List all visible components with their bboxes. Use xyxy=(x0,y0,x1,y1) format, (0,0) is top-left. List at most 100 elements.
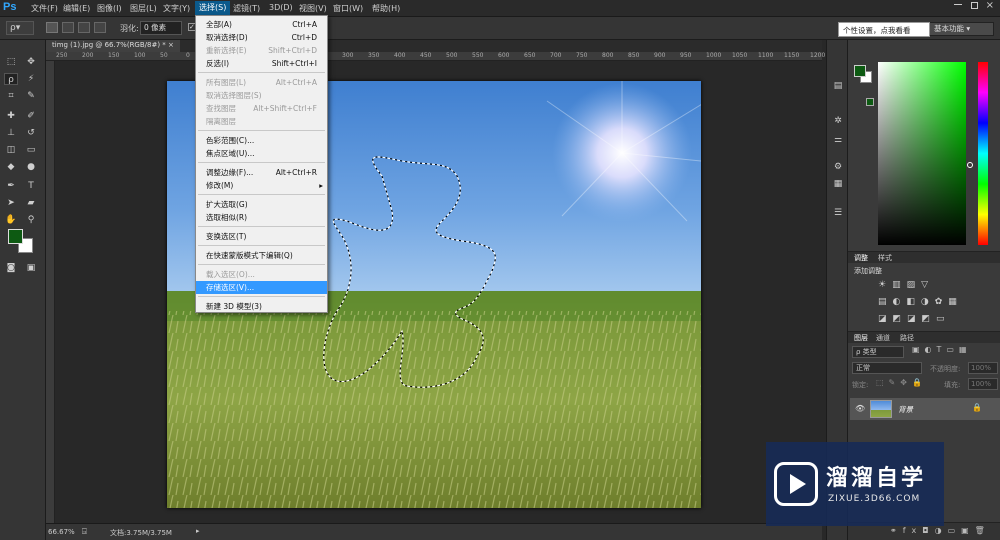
lasso-tool-icon[interactable]: ρ xyxy=(4,73,18,85)
eraser-tool-icon[interactable]: ◫ xyxy=(4,144,18,156)
select-menu-item-8[interactable]: 色彩范围(C)... xyxy=(196,134,327,147)
character-panel-icon[interactable]: ⚙ xyxy=(831,161,845,173)
minimize-icon[interactable] xyxy=(954,4,962,5)
feather-input[interactable]: 0 像素 xyxy=(140,21,182,35)
intersect-selection-icon[interactable] xyxy=(94,22,106,33)
zoom-level[interactable]: 66.67% xyxy=(48,528,75,536)
select-menu-item-11[interactable]: 修改(M) ▸ xyxy=(196,179,327,192)
select-menu-item-7[interactable]: 隔离图层 xyxy=(196,115,327,128)
select-menu-item-16[interactable]: 载入选区(O)... xyxy=(196,268,327,281)
crop-tool-icon[interactable]: ⌗ xyxy=(4,90,18,102)
blend-mode-select[interactable]: 正常 xyxy=(852,362,922,374)
brush-panel-icon[interactable]: ✲ xyxy=(831,115,845,127)
menu-item-10[interactable]: 帮助(H) xyxy=(372,3,400,14)
select-menu-item-14[interactable]: 变换选区(T) xyxy=(196,230,327,243)
brush-presets-icon[interactable]: ⚌ xyxy=(831,134,845,146)
eyedropper-tool-icon[interactable]: ✎ xyxy=(24,90,38,102)
menu-item-7[interactable]: 3D(D) xyxy=(269,3,293,12)
lock-icons[interactable]: ⬚✎✥🔒 xyxy=(876,378,927,387)
menu-item-2[interactable]: 图像(I) xyxy=(97,3,122,14)
opacity-input[interactable]: 100% xyxy=(968,362,998,374)
status-bar: 66.67% ⍈ 文档:3.75M/3.75M ▸ xyxy=(46,523,822,540)
hue-slider[interactable] xyxy=(978,62,988,245)
type-tool-icon[interactable]: T xyxy=(24,180,38,192)
subtract-selection-icon[interactable] xyxy=(78,22,90,33)
select-menu-item-13[interactable]: 选取相似(R) xyxy=(196,211,327,224)
marquee-tool-icon[interactable]: ⬚ xyxy=(4,56,18,68)
color-fg-swatch[interactable] xyxy=(854,65,866,77)
workspace-switcher[interactable]: 基本功能 ▾ xyxy=(928,22,994,36)
menu-item-6[interactable]: 滤镜(T) xyxy=(233,3,260,14)
pen-tool-icon[interactable]: ✒ xyxy=(4,180,18,192)
gradient-tool-icon[interactable]: ▭ xyxy=(24,144,38,156)
tab-styles[interactable]: 样式 xyxy=(878,253,892,263)
close-icon[interactable]: × xyxy=(986,0,994,11)
adjustment-icons-row2[interactable]: ▤◐◧◑✿▦ xyxy=(878,297,963,307)
layer-name[interactable]: 背景 xyxy=(898,404,913,415)
layer-filter-icons[interactable]: ▣◐T▭▦ xyxy=(912,345,972,354)
clone-stamp-tool-icon[interactable]: ⊥ xyxy=(4,127,18,139)
shape-tool-icon[interactable]: ▰ xyxy=(24,197,38,209)
tab-adjustments[interactable]: 调整 xyxy=(854,253,868,263)
maximize-icon[interactable] xyxy=(971,2,978,9)
layer-row-background[interactable]: 👁 背景 🔒 xyxy=(850,398,1000,420)
healing-brush-tool-icon[interactable]: ✚ xyxy=(4,110,18,122)
color-field[interactable] xyxy=(878,62,966,245)
select-menu-item-4[interactable]: 所有图层(L) Alt+Ctrl+A xyxy=(196,76,327,89)
select-menu-item-18[interactable]: 新建 3D 模型(3) xyxy=(196,300,327,313)
tab-paths[interactable]: 路径 xyxy=(900,333,914,343)
move-tool-icon[interactable]: ✥ xyxy=(24,56,38,68)
select-menu-item-2[interactable]: 重新选择(E) Shift+Ctrl+D xyxy=(196,44,327,57)
menu-item-1[interactable]: 编辑(E) xyxy=(63,3,90,14)
select-menu-item-6[interactable]: 查找图层 Alt+Shift+Ctrl+F xyxy=(196,102,327,115)
select-menu-item-0[interactable]: 全部(A) Ctrl+A xyxy=(196,18,327,31)
select-menu-item-1[interactable]: 取消选择(D) Ctrl+D xyxy=(196,31,327,44)
menu-item-8[interactable]: 视图(V) xyxy=(299,3,327,14)
history-panel-icon[interactable]: ▤ xyxy=(831,80,845,92)
properties-panel-icon[interactable]: ☰ xyxy=(831,207,845,219)
info-panel-icon[interactable]: ▦ xyxy=(831,178,845,190)
select-menu-item-3[interactable]: 反选(I) Shift+Ctrl+I xyxy=(196,57,327,70)
menu-item-9[interactable]: 窗口(W) xyxy=(333,3,363,14)
menu-item-4[interactable]: 文字(Y) xyxy=(163,3,190,14)
menu-item-5[interactable]: 选择(S) xyxy=(195,1,231,16)
add-selection-icon[interactable] xyxy=(62,22,74,33)
zoom-tool-icon[interactable]: ⚲ xyxy=(24,214,38,226)
tab-channels[interactable]: 通道 xyxy=(876,333,890,343)
fill-input[interactable]: 100% xyxy=(968,378,998,390)
menu-item-3[interactable]: 图层(L) xyxy=(130,3,157,14)
status-arrow-icon[interactable]: ▸ xyxy=(196,527,200,535)
adjustment-icons-row1[interactable]: ☀▥▨▽ xyxy=(878,280,934,290)
ruler-label: 1000 xyxy=(706,52,722,59)
magic-wand-tool-icon[interactable]: ⚡ xyxy=(24,73,38,85)
quick-mask-icon[interactable]: ◙ xyxy=(4,262,18,274)
tab-close-icon[interactable]: × xyxy=(168,41,174,49)
select-menu-item-15[interactable]: 在快速蒙版模式下编辑(Q) xyxy=(196,249,327,262)
visibility-eye-icon[interactable]: 👁 xyxy=(855,404,865,413)
history-brush-tool-icon[interactable]: ↺ xyxy=(24,127,38,139)
screen-mode-icon[interactable]: ▣ xyxy=(24,262,38,274)
new-selection-icon[interactable] xyxy=(46,22,58,33)
select-menu-item-10[interactable]: 调整边缘(F)... Alt+Ctrl+R xyxy=(196,166,327,179)
menu-item-label: 存储选区(V)... xyxy=(206,283,255,292)
select-menu-item-12[interactable]: 扩大选取(G) xyxy=(196,198,327,211)
dodge-tool-icon[interactable]: ● xyxy=(24,161,38,173)
document-tab[interactable]: timg (1).jpg @ 66.7%(RGB/8#) * × xyxy=(46,40,180,52)
tab-layers[interactable]: 图层 xyxy=(854,333,868,343)
select-menu-item-5[interactable]: 取消选择图层(S) xyxy=(196,89,327,102)
path-selection-tool-icon[interactable]: ➤ xyxy=(4,197,18,209)
ruler-label: 400 xyxy=(394,52,406,59)
blur-tool-icon[interactable]: ◆ xyxy=(4,161,18,173)
foreground-color-swatch[interactable] xyxy=(8,229,23,244)
color-picker-ring[interactable] xyxy=(967,162,973,168)
status-export-icon[interactable]: ⍈ xyxy=(82,527,87,537)
hand-tool-icon[interactable]: ✋ xyxy=(4,214,18,226)
select-menu-item-17[interactable]: 存储选区(V)... xyxy=(196,281,327,294)
menu-item-0[interactable]: 文件(F) xyxy=(31,3,58,14)
layer-action-icons[interactable]: ⚭fx◘◑▭▣🗑 xyxy=(890,526,991,535)
select-menu-item-9[interactable]: 焦点区域(U)... xyxy=(196,147,327,160)
lasso-preset-icon[interactable]: ρ▾ xyxy=(6,21,34,35)
brush-tool-icon[interactable]: ✐ xyxy=(24,110,38,122)
layer-filter-select[interactable]: ρ 类型 xyxy=(852,346,904,358)
adjustment-icons-row3[interactable]: ◪◩◪◩▭ xyxy=(878,314,951,324)
